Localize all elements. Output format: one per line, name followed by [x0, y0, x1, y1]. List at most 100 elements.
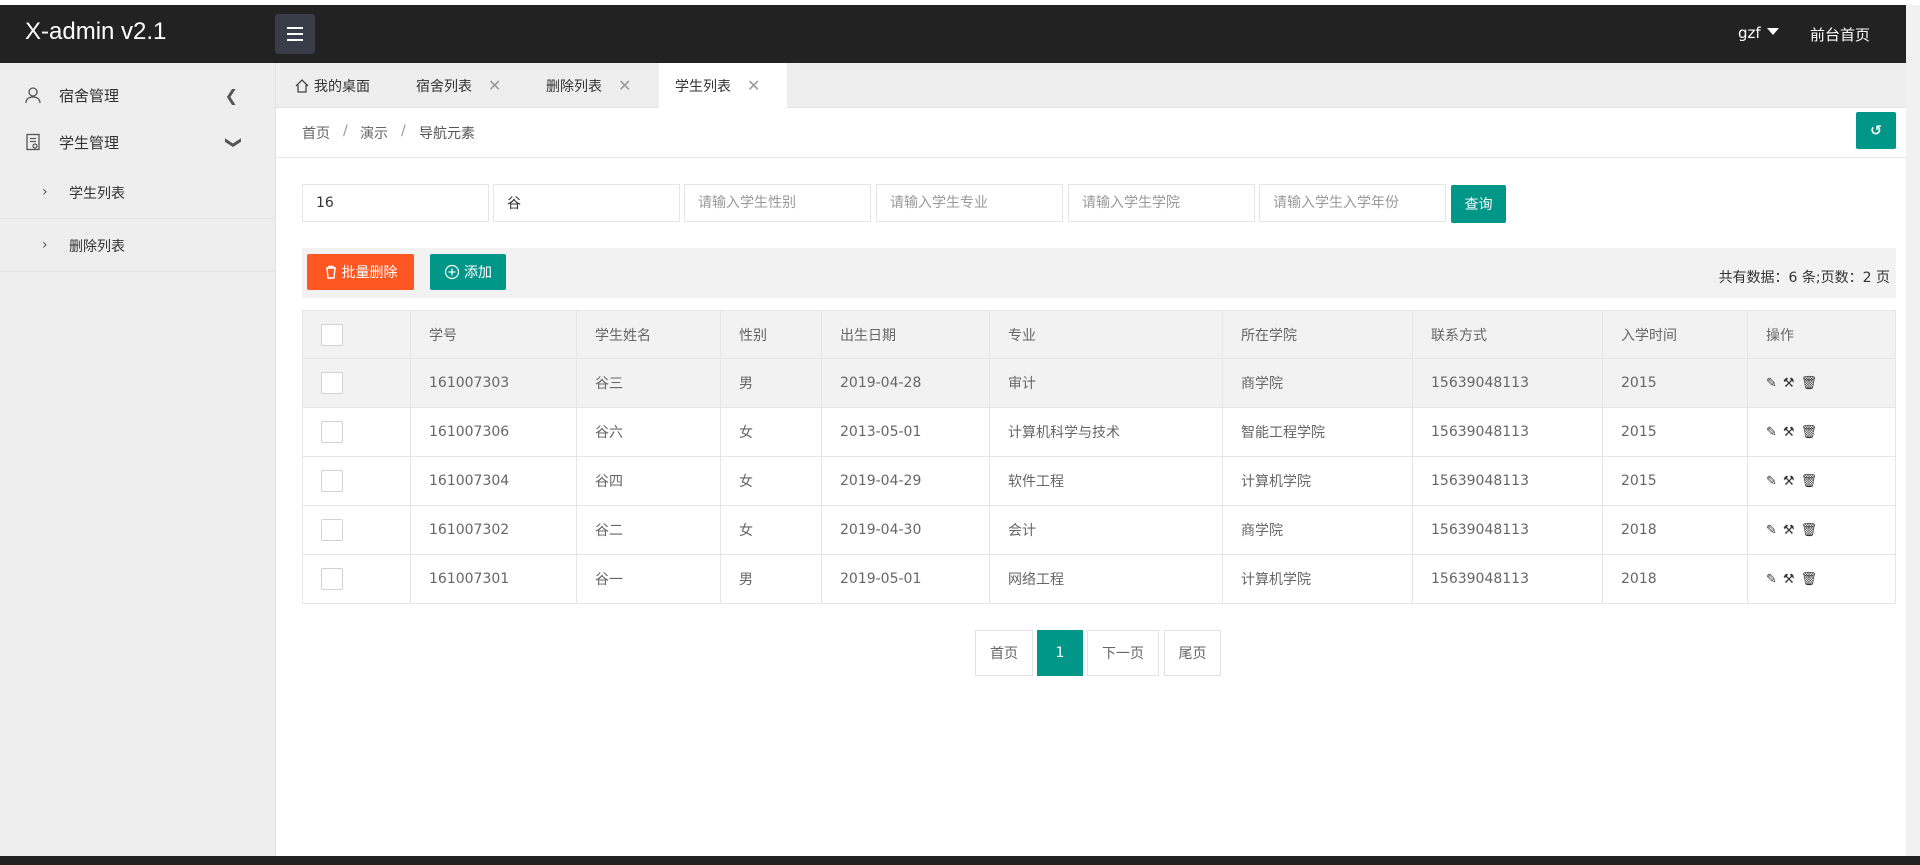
sidebar-subitem-label: 删除列表: [69, 239, 125, 255]
table-cell: 计算机学院: [1222, 456, 1413, 506]
sidebar-item-dorm[interactable]: 宿舍管理 ❮: [0, 72, 276, 118]
table-cell: 15639048113: [1412, 407, 1603, 457]
breadcrumb-demo[interactable]: 演示: [360, 123, 388, 143]
row-select-cell: [302, 456, 411, 506]
tab-delete-list[interactable]: 删除列表 ✕: [546, 63, 666, 108]
tab-label: 宿舍列表: [416, 78, 472, 95]
document-icon: [26, 133, 40, 151]
trash-icon[interactable]: 🗑: [1801, 572, 1818, 587]
sidebar-subitem-student-list[interactable]: › 学生列表: [0, 167, 276, 219]
row-checkbox[interactable]: [321, 470, 343, 492]
close-icon[interactable]: ✕: [618, 76, 631, 95]
college-input[interactable]: [1068, 184, 1255, 222]
close-icon[interactable]: ✕: [747, 76, 760, 95]
close-icon[interactable]: ✕: [488, 76, 501, 95]
enroll-year-input[interactable]: [1259, 184, 1446, 222]
row-select-cell: [302, 554, 411, 604]
tab-desktop[interactable]: 我的桌面: [276, 63, 375, 108]
next-page-button[interactable]: 下一页: [1087, 630, 1159, 676]
table-cell: 15639048113: [1412, 554, 1603, 604]
front-page-link[interactable]: 前台首页: [1810, 24, 1870, 45]
home-icon: [295, 78, 309, 93]
trash-icon[interactable]: 🗑: [1801, 425, 1818, 440]
tools-icon[interactable]: ⚒: [1783, 523, 1795, 538]
chevron-down-icon: ❮: [221, 135, 241, 149]
table-row: 161007306 谷六女 2013-05-01 计算机科学与技术 智能工程学院 1563…: [302, 407, 1896, 457]
current-page[interactable]: 1: [1037, 630, 1083, 676]
major-input[interactable]: [876, 184, 1063, 222]
sidebar-subitem-delete-list[interactable]: › 删除列表: [0, 220, 276, 272]
table-cell: 161007304: [410, 456, 577, 506]
edit-icon[interactable]: ✎: [1766, 474, 1777, 489]
trash-icon: [325, 265, 336, 279]
batch-delete-button[interactable]: 批量删除: [307, 254, 414, 290]
tools-icon[interactable]: ⚒: [1783, 474, 1795, 489]
table-cell: 15639048113: [1412, 358, 1603, 408]
tab-student-list[interactable]: 学生列表 ✕: [659, 63, 787, 108]
trash-icon[interactable]: 🗑: [1801, 523, 1818, 538]
refresh-button[interactable]: ↺: [1856, 112, 1896, 149]
table-cell: 谷六: [576, 407, 721, 457]
edit-icon[interactable]: ✎: [1766, 572, 1777, 587]
row-checkbox[interactable]: [321, 372, 343, 394]
table-cell: 谷一: [576, 554, 721, 604]
menu-toggle-button[interactable]: [275, 14, 315, 54]
add-label: 添加: [464, 265, 492, 281]
hamburger-icon: [287, 25, 303, 43]
table-cell: 2015: [1602, 456, 1748, 506]
table-cell: 2019-04-28: [821, 358, 990, 408]
column-header: 学生姓名: [576, 310, 721, 359]
trash-icon[interactable]: 🗑: [1801, 474, 1818, 489]
student-id-input[interactable]: [302, 184, 489, 222]
tab-label: 学生列表: [675, 78, 731, 95]
table-cell: 谷四: [576, 456, 721, 506]
sidebar-item-students[interactable]: 学生管理 ❮: [0, 119, 276, 165]
select-all-checkbox[interactable]: [321, 323, 343, 346]
vertical-scrollbar[interactable]: [1906, 5, 1920, 865]
tab-dorm-list[interactable]: 宿舍列表 ✕: [416, 63, 536, 108]
row-checkbox[interactable]: [321, 421, 343, 443]
user-icon: [25, 87, 41, 104]
row-checkbox[interactable]: [321, 519, 343, 541]
sidebar-item-label: 宿舍管理: [59, 86, 120, 105]
table-cell: 计算机科学与技术: [989, 407, 1223, 457]
gender-input[interactable]: [684, 184, 871, 222]
user-menu[interactable]: gzf: [1738, 24, 1779, 42]
table-cell: 161007303: [410, 358, 577, 408]
edit-icon[interactable]: ✎: [1766, 376, 1777, 391]
header-bar: X-admin v2.1 gzf 前台首页: [0, 5, 1920, 63]
column-header: 操作: [1747, 310, 1896, 359]
tools-icon[interactable]: ⚒: [1783, 425, 1795, 440]
breadcrumb-separator: /: [343, 123, 348, 139]
table-cell: 2019-05-01: [821, 554, 990, 604]
table-cell: 谷三: [576, 358, 721, 408]
app-logo[interactable]: X-admin v2.1: [25, 18, 166, 46]
tools-icon[interactable]: ⚒: [1783, 376, 1795, 391]
column-header: 学号: [410, 310, 577, 359]
table-row: 161007302 谷二女 2019-04-30 会计 商学院 15639048113 20…: [302, 505, 1896, 555]
column-header: 入学时间: [1602, 310, 1748, 359]
table-cell: 商学院: [1222, 505, 1413, 555]
student-name-input[interactable]: [493, 184, 680, 222]
table-cell: 2015: [1602, 407, 1748, 457]
table-row: 161007303 谷三男 2019-04-28 审计 商学院 15639048113 20…: [302, 358, 1896, 408]
row-select-cell: [302, 407, 411, 457]
add-button[interactable]: 添加: [430, 254, 506, 290]
trash-icon[interactable]: 🗑: [1801, 376, 1818, 391]
breadcrumb-home[interactable]: 首页: [302, 123, 330, 143]
refresh-icon: ↺: [1870, 122, 1882, 139]
table-row: 161007304 谷四女 2019-04-29 软件工程 计算机学院 156390481…: [302, 456, 1896, 506]
chevron-right-icon: ›: [42, 184, 48, 200]
table-cell: 网络工程: [989, 554, 1223, 604]
table-cell: 软件工程: [989, 456, 1223, 506]
edit-icon[interactable]: ✎: [1766, 425, 1777, 440]
tab-bar: 我的桌面 宿舍列表 ✕ 删除列表 ✕ 学生列表 ✕: [276, 63, 1906, 108]
row-checkbox[interactable]: [321, 568, 343, 590]
table-row: 161007301 谷一男 2019-05-01 网络工程 计算机学院 156390481…: [302, 554, 1896, 604]
query-button[interactable]: 查询: [1451, 185, 1506, 223]
column-header: 联系方式: [1412, 310, 1603, 359]
last-page-button[interactable]: 尾页: [1164, 630, 1221, 676]
tools-icon[interactable]: ⚒: [1783, 572, 1795, 587]
edit-icon[interactable]: ✎: [1766, 523, 1777, 538]
first-page-button[interactable]: 首页: [975, 630, 1033, 676]
